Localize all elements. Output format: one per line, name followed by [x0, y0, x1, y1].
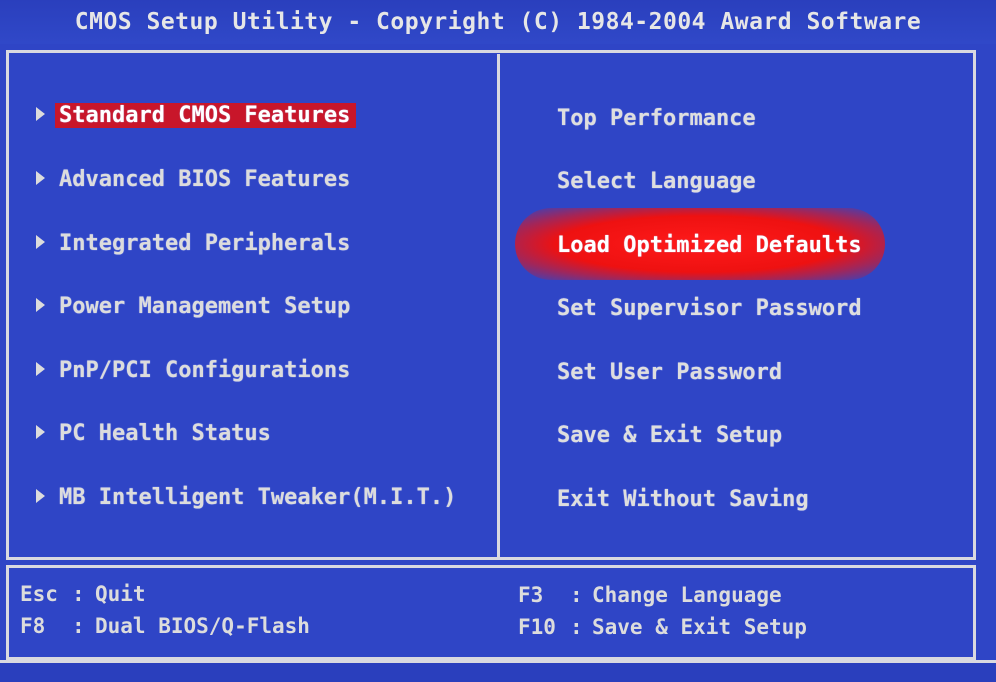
arrow-right-icon [36, 425, 45, 439]
menu-integrated-peripherals[interactable]: Integrated Peripherals [36, 227, 350, 261]
menu-label: PnP/PCI Configurations [59, 358, 351, 383]
help-f10-action: Save & Exit Setup [592, 615, 807, 639]
menu-set-user-password[interactable]: Set User Password [557, 356, 782, 390]
menu-exit-without-saving[interactable]: Exit Without Saving [557, 483, 809, 517]
window-title: CMOS Setup Utility - Copyright (C) 1984-… [0, 0, 996, 44]
help-f3-separator: : [570, 583, 583, 607]
menu-select-language[interactable]: Select Language [557, 165, 756, 199]
arrow-right-icon [36, 489, 45, 503]
menu-label: PC Health Status [59, 421, 271, 446]
help-f8-separator: : [72, 614, 85, 638]
arrow-right-icon [36, 362, 45, 376]
arrow-right-icon [36, 107, 45, 121]
menu-top-performance[interactable]: Top Performance [557, 102, 756, 136]
menu-mb-intelligent-tweaker[interactable]: MB Intelligent Tweaker(M.I.T.) [36, 481, 456, 515]
menu-advanced-bios-features[interactable]: Advanced BIOS Features [36, 163, 350, 197]
menu-pnp-pci-configurations[interactable]: PnP/PCI Configurations [36, 354, 350, 388]
arrow-right-icon [36, 171, 45, 185]
help-f10-separator: : [570, 615, 583, 639]
menu-standard-cmos-features[interactable]: Standard CMOS Features [36, 99, 357, 133]
status-bar [0, 660, 996, 682]
menu-divider [497, 54, 500, 560]
help-f10-key: F10 [518, 615, 556, 639]
menu-power-management-setup[interactable]: Power Management Setup [36, 290, 350, 324]
menu-label: MB Intelligent Tweaker(M.I.T.) [59, 485, 457, 510]
help-esc-key: Esc [20, 582, 58, 606]
menu-label: Advanced BIOS Features [59, 167, 351, 192]
help-esc-action: Quit [95, 582, 146, 606]
menu-load-optimized-defaults[interactable]: Load Optimized Defaults [557, 229, 862, 263]
arrow-right-icon [36, 298, 45, 312]
menu-set-supervisor-password[interactable]: Set Supervisor Password [557, 292, 862, 326]
help-f3-key: F3 [518, 583, 544, 607]
menu-pc-health-status[interactable]: PC Health Status [36, 417, 271, 451]
help-esc-separator: : [72, 582, 85, 606]
help-f8-action: Dual BIOS/Q-Flash [95, 614, 310, 638]
help-f3-action: Change Language [592, 583, 782, 607]
help-f8-key: F8 [20, 614, 46, 638]
menu-save-exit-setup[interactable]: Save & Exit Setup [557, 419, 782, 453]
menu-label: Power Management Setup [59, 294, 351, 319]
arrow-right-icon [36, 235, 45, 249]
menu-label: Standard CMOS Features [55, 103, 357, 128]
menu-label: Integrated Peripherals [59, 231, 351, 256]
